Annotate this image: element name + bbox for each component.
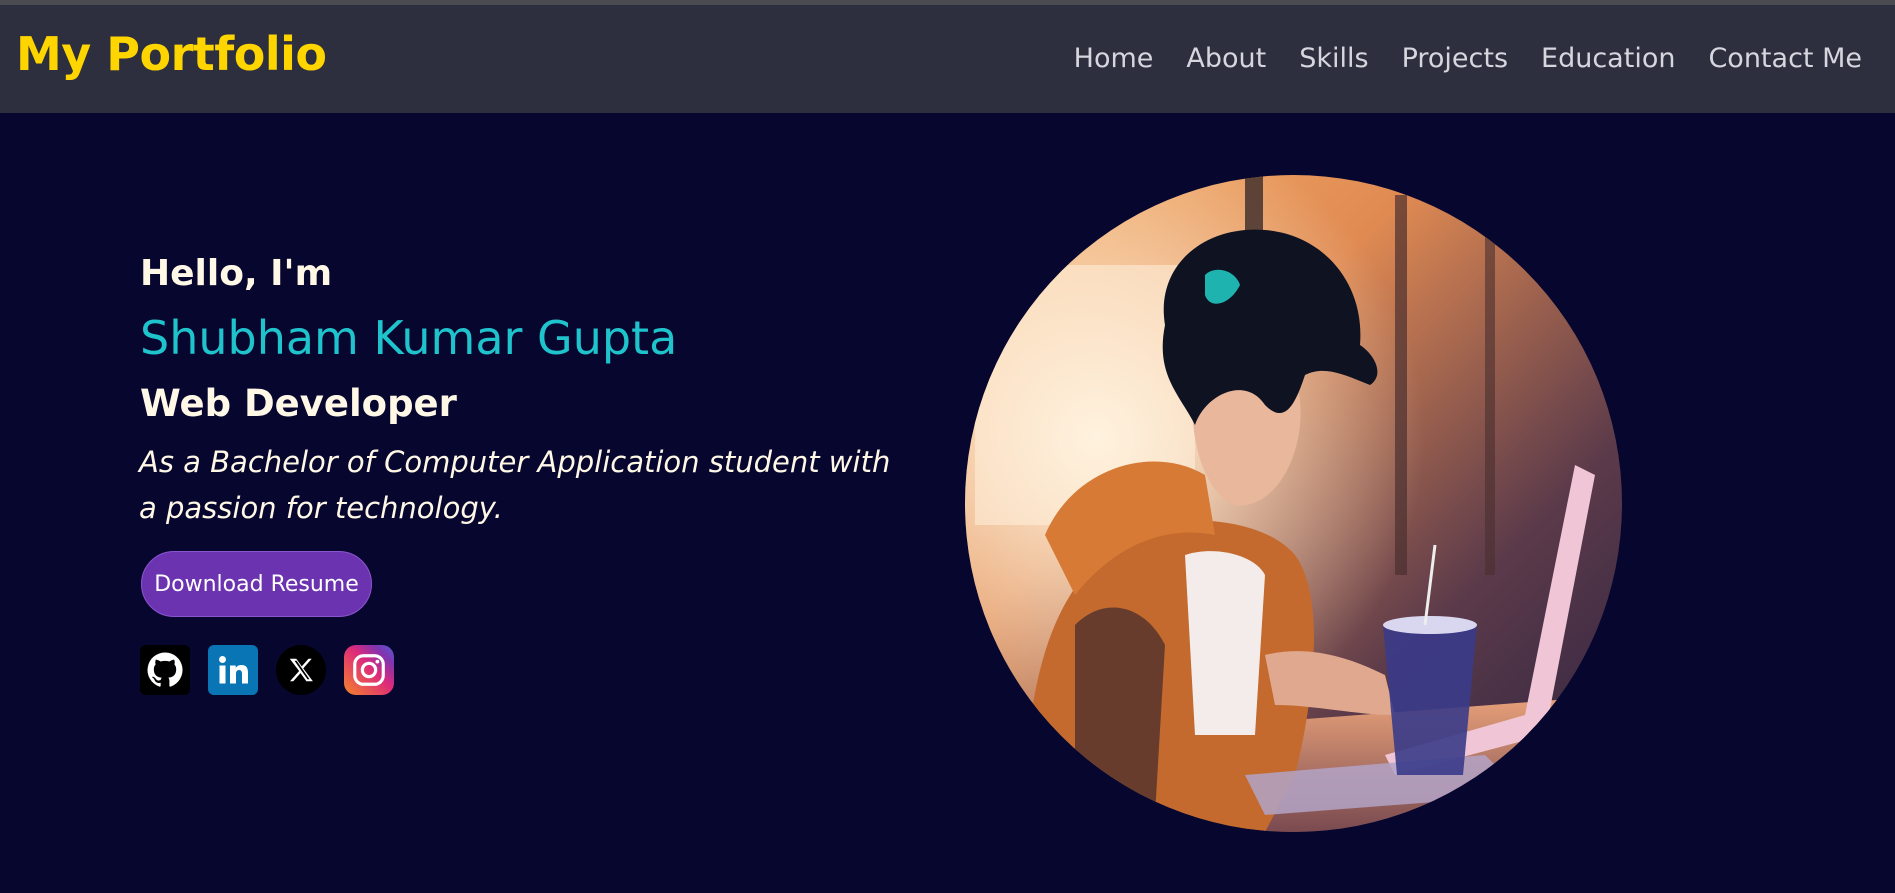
profile-illustration — [965, 175, 1622, 832]
brand-logo[interactable]: My Portfolio — [16, 31, 327, 77]
nav-about[interactable]: About — [1186, 45, 1266, 72]
nav-skills[interactable]: Skills — [1299, 45, 1368, 72]
nav-home[interactable]: Home — [1074, 45, 1154, 72]
hero-section: Hello, I'm Shubham Kumar Gupta Web Devel… — [0, 113, 1895, 893]
instagram-icon — [353, 654, 385, 686]
instagram-link[interactable] — [344, 645, 394, 695]
nav-contact[interactable]: Contact Me — [1708, 45, 1862, 72]
x-twitter-link[interactable] — [276, 645, 326, 695]
nav-education[interactable]: Education — [1541, 45, 1675, 72]
greeting-text: Hello, I'm — [140, 253, 333, 294]
linkedin-icon — [219, 656, 248, 684]
nav-projects[interactable]: Projects — [1402, 45, 1508, 72]
intro-description: As a Bachelor of Computer Application st… — [139, 445, 891, 525]
linkedin-link[interactable] — [208, 645, 258, 695]
download-resume-button[interactable]: Download Resume — [141, 551, 372, 617]
main-nav: Home About Skills Projects Education Con… — [1041, 45, 1862, 72]
github-icon — [147, 652, 183, 687]
social-links — [140, 645, 394, 695]
person-name: Shubham Kumar Gupta — [140, 311, 678, 365]
x-icon — [289, 658, 313, 682]
job-title: Web Developer — [140, 382, 457, 425]
navbar: My Portfolio Home About Skills Projects … — [0, 5, 1895, 113]
github-link[interactable] — [140, 645, 190, 695]
